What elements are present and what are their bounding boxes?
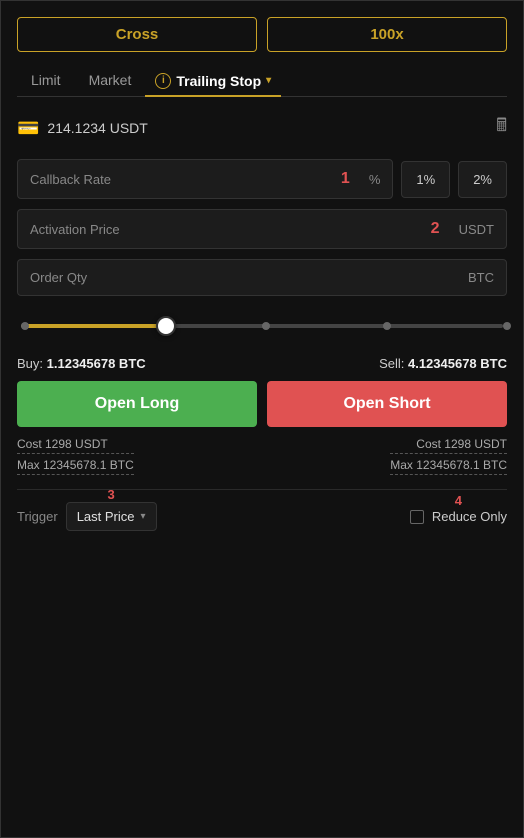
slider-fill xyxy=(21,324,166,328)
callback-rate-badge: 1 xyxy=(341,170,361,188)
right-cost: Cost 1298 USDT xyxy=(390,437,507,454)
buy-info: Buy: 1.12345678 BTC xyxy=(17,356,146,371)
slider-dot-50 xyxy=(262,322,270,330)
order-type-tabs: Limit Market i Trailing Stop ▾ xyxy=(17,66,507,97)
balance-info: 💳 214.1234 USDT xyxy=(17,118,148,139)
left-max: Max 12345678.1 BTC xyxy=(17,458,134,475)
left-cost: Cost 1298 USDT xyxy=(17,437,134,454)
open-long-button[interactable]: Open Long xyxy=(17,381,257,427)
right-max: Max 12345678.1 BTC xyxy=(390,458,507,475)
trailing-stop-chevron: ▾ xyxy=(266,75,271,86)
tab-market[interactable]: Market xyxy=(75,66,146,94)
cross-button[interactable]: Cross xyxy=(17,17,257,52)
order-qty-input[interactable]: Order Qty BTC xyxy=(17,259,507,296)
callback-rate-label: Callback Rate xyxy=(30,172,333,187)
trigger-row: Trigger 3 Last Price ▾ 4 Reduce Only xyxy=(17,489,507,531)
left-cost-max: Cost 1298 USDT Max 12345678.1 BTC xyxy=(17,437,134,475)
trigger-left: Trigger 3 Last Price ▾ xyxy=(17,502,157,531)
balance-row: 💳 214.1234 USDT 🖩 xyxy=(17,107,507,149)
sell-info: Sell: 4.12345678 BTC xyxy=(379,356,507,371)
order-qty-label: Order Qty xyxy=(30,270,460,285)
leverage-button[interactable]: 100x xyxy=(267,17,507,52)
tab-trailing-stop[interactable]: i Trailing Stop ▾ xyxy=(145,67,281,97)
slider-thumb[interactable] xyxy=(156,316,176,336)
reduce-only-checkbox[interactable] xyxy=(410,510,424,524)
last-price-select[interactable]: 3 Last Price ▾ xyxy=(66,502,157,531)
slider-track xyxy=(21,324,503,328)
trigger-badge-3: 3 xyxy=(108,487,115,502)
balance-amount: 214.1234 USDT xyxy=(47,120,147,136)
trigger-label: Trigger xyxy=(17,509,58,524)
slider-dot-0 xyxy=(21,322,29,330)
calculator-icon[interactable]: 🖩 xyxy=(496,113,507,143)
card-icon: 💳 xyxy=(17,118,39,139)
activation-price-label: Activation Price xyxy=(30,222,423,237)
tab-limit[interactable]: Limit xyxy=(17,66,75,94)
pct2-button[interactable]: 2% xyxy=(458,161,507,198)
activation-price-input[interactable]: Activation Price 2 USDT xyxy=(17,209,507,249)
action-buttons: Open Long Open Short xyxy=(17,381,507,427)
quantity-slider[interactable] xyxy=(17,306,507,346)
order-qty-unit: BTC xyxy=(468,270,494,285)
buy-value: 1.12345678 BTC xyxy=(47,356,146,371)
reduce-only-section: 4 Reduce Only xyxy=(410,509,507,524)
buy-label: Buy: xyxy=(17,356,43,371)
callback-rate-row: Callback Rate 1 % 1% 2% xyxy=(17,159,507,199)
buy-sell-info: Buy: 1.12345678 BTC Sell: 4.12345678 BTC xyxy=(17,356,507,371)
callback-rate-unit: % xyxy=(369,172,381,187)
pct1-button[interactable]: 1% xyxy=(401,161,450,198)
trading-panel: Cross 100x Limit Market i Trailing Stop … xyxy=(0,0,524,838)
sell-value: 4.12345678 BTC xyxy=(408,356,507,371)
last-price-chevron: ▾ xyxy=(141,511,146,522)
last-price-text: Last Price xyxy=(77,509,135,524)
open-short-button[interactable]: Open Short xyxy=(267,381,507,427)
activation-price-unit: USDT xyxy=(459,222,494,237)
reduce-only-label: Reduce Only xyxy=(432,509,507,524)
right-cost-max: Cost 1298 USDT Max 12345678.1 BTC xyxy=(390,437,507,475)
cost-max-row: Cost 1298 USDT Max 12345678.1 BTC Cost 1… xyxy=(17,437,507,475)
trailing-stop-label: Trailing Stop xyxy=(176,73,261,89)
activation-price-badge: 2 xyxy=(431,220,451,238)
slider-dot-75 xyxy=(383,322,391,330)
mode-leverage-row: Cross 100x xyxy=(17,17,507,52)
info-icon: i xyxy=(155,73,171,89)
callback-rate-input[interactable]: Callback Rate 1 % xyxy=(17,159,393,199)
trigger-badge-4: 4 xyxy=(455,493,462,508)
slider-dot-100 xyxy=(503,322,511,330)
sell-label: Sell: xyxy=(379,356,404,371)
